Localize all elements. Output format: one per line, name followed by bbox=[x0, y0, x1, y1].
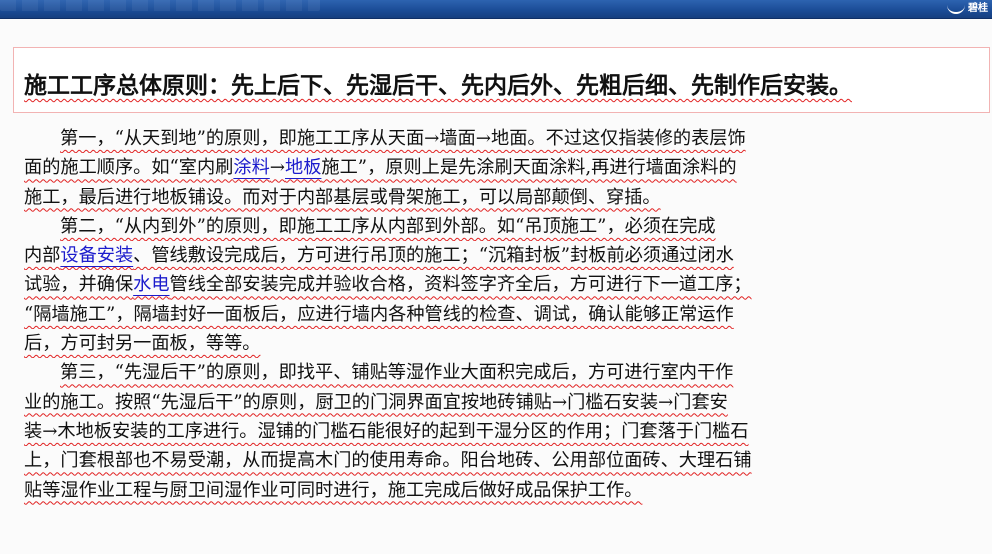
top-banner: 碧桂 bbox=[0, 0, 992, 19]
paragraph-line: 试验，并确保水电管线全部安装完成并验收合格，资料签字齐全后，方可进行下一道工序； bbox=[24, 270, 986, 299]
principle-title: 施工工序总体原则：先上后下、先湿后干、先内后外、先粗后细、先制作后安装。 bbox=[24, 72, 852, 99]
text-segment: 施工，最后进行地板铺设。而对于内部基层或骨架施工，可以局部颠倒、穿插。 bbox=[24, 186, 661, 208]
banner-title-fragment bbox=[0, 0, 320, 11]
text-segment: 第一，“从天到地”的原则，即施工工序从天面→墙面→地面。不过这仅指装修的表层饰 bbox=[60, 128, 746, 149]
inline-link[interactable]: 水电 bbox=[133, 274, 169, 295]
logo-text: 碧桂 bbox=[968, 3, 988, 14]
paragraph-line: 第二，“从内到外”的原则，即施工工序从内部到外部。如“吊顶施工”，必须在完成 bbox=[24, 212, 986, 241]
paragraph-line: “隔墙施工”，隔墙封好一面板后，应进行墙内各种管线的检查、调试，确认能够正常运作 bbox=[24, 300, 986, 329]
text-segment: 后，方可封另一面板，等等。 bbox=[24, 333, 261, 355]
company-logo: 碧桂 bbox=[922, 0, 992, 18]
text-segment: 施工”，原则上是先涂刷天面涂料,再进行墙面涂料的 bbox=[321, 157, 737, 179]
text-segment: 上，门套根部也不易受潮，从而提高木门的使用寿命。阳台地砖、公用部位面砖、大理石铺 bbox=[24, 450, 752, 472]
text-segment: 管线全部安装完成并验收合格，资料签字齐全后，方可进行下一道工序； bbox=[169, 274, 752, 296]
inline-link[interactable]: 地板 bbox=[285, 157, 321, 178]
text-segment: 第三，“先湿后干”的原则，即找平、铺贴等湿作业大面积完成后，方可进行室内干作 bbox=[60, 362, 734, 384]
paragraph-line: 施工，最后进行地板铺设。而对于内部基层或骨架施工，可以局部颠倒、穿插。 bbox=[24, 183, 986, 212]
inline-link[interactable]: 涂料 bbox=[233, 157, 269, 178]
text-segment: → bbox=[269, 157, 286, 179]
paragraph-line: 面的施工顺序。如“室内刷涂料→地板施工”，原则上是先涂刷天面涂料,再进行墙面涂料… bbox=[24, 153, 986, 182]
document-body: 第一，“从天到地”的原则，即施工工序从天面→墙面→地面。不过这仅指装修的表层饰面… bbox=[24, 124, 986, 505]
text-segment: 试验，并确保 bbox=[24, 274, 134, 296]
paragraph-line: 装→木地板安装的工序进行。湿铺的门槛石能很好的起到干湿分区的作用；门套落于门槛石 bbox=[24, 417, 986, 446]
paragraph-line: 后，方可封另一面板，等等。 bbox=[24, 329, 986, 358]
text-segment: 、管线敷设完成后，方可进行吊顶的施工；“沉箱封板”封板前必须通过闭水 bbox=[133, 245, 734, 267]
paragraph-line: 贴等湿作业工程与厨卫间湿作业可同时进行，施工完成后做好成品保护工作。 bbox=[24, 476, 986, 505]
inline-link[interactable]: 设备安装 bbox=[60, 245, 133, 266]
text-segment: 面的施工顺序。如“室内刷 bbox=[24, 157, 234, 179]
text-segment: 贴等湿作业工程与厨卫间湿作业可同时进行，施工完成后做好成品保护工作。 bbox=[24, 479, 643, 501]
paragraph-line: 业的施工。按照“先湿后干”的原则，厨卫的门洞界面宜按地砖铺贴→门槛石安装→门套安 bbox=[24, 388, 986, 417]
paragraph-line: 第一，“从天到地”的原则，即施工工序从天面→墙面→地面。不过这仅指装修的表层饰 bbox=[24, 124, 986, 153]
text-segment: 第二，“从内到外”的原则，即施工工序从内部到外部。如“吊顶施工”，必须在完成 bbox=[60, 215, 716, 237]
text-segment: “隔墙施工”，隔墙封好一面板后，应进行墙内各种管线的检查、调试，确认能够正常运作 bbox=[24, 303, 734, 325]
paragraph-line: 上，门套根部也不易受潮，从而提高木门的使用寿命。阳台地砖、公用部位面砖、大理石铺 bbox=[24, 446, 986, 475]
paragraph-line: 内部设备安装、管线敷设完成后，方可进行吊顶的施工；“沉箱封板”封板前必须通过闭水 bbox=[24, 241, 986, 270]
text-segment: 内部 bbox=[24, 245, 61, 267]
logo-mark-icon bbox=[947, 4, 965, 14]
paragraph-line: 第三，“先湿后干”的原则，即找平、铺贴等湿作业大面积完成后，方可进行室内干作 bbox=[24, 358, 986, 387]
text-segment: 装→木地板安装的工序进行。湿铺的门槛石能很好的起到干湿分区的作用；门套落于门槛石 bbox=[24, 420, 749, 442]
principle-box: 施工工序总体原则：先上后下、先湿后干、先内后外、先粗后细、先制作后安装。 bbox=[13, 47, 990, 113]
text-segment: 业的施工。按照“先湿后干”的原则，厨卫的门洞界面宜按地砖铺贴→门槛石安装→门套安 bbox=[24, 391, 728, 413]
